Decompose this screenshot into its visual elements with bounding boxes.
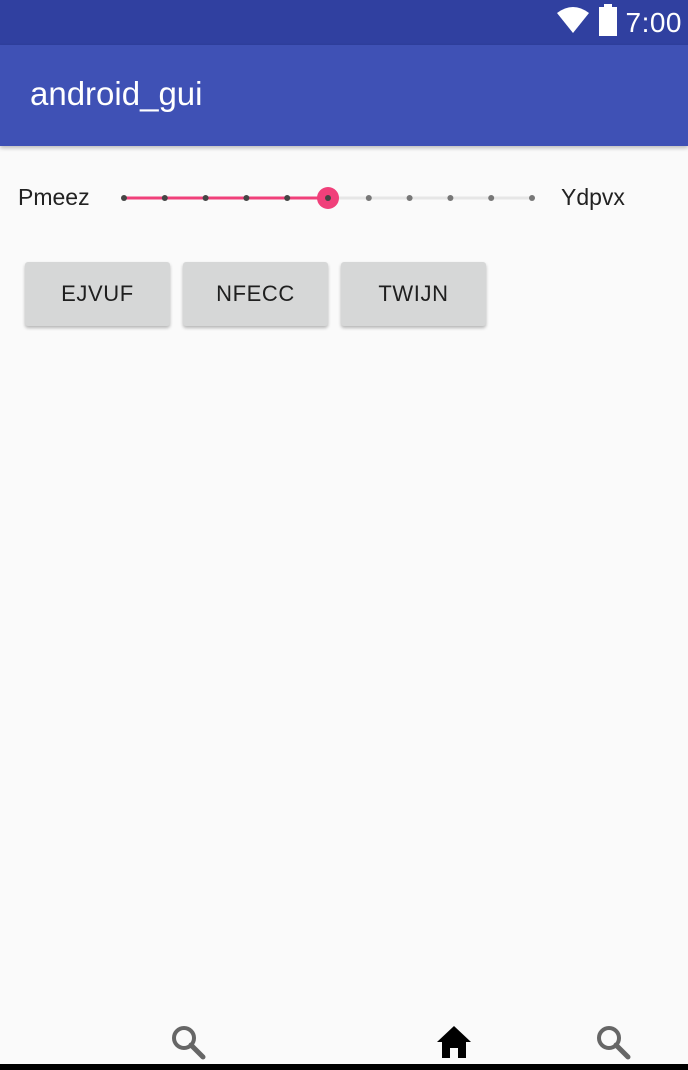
battery-icon [598, 4, 618, 41]
slider-tick [529, 195, 535, 201]
slider-row: Pmeez Ydpvx [0, 170, 688, 226]
bottom-line [0, 1064, 688, 1070]
slider-tick [365, 195, 372, 201]
slider-min-label: Pmeez [18, 184, 90, 210]
slider-tick [406, 195, 413, 201]
slider-tick [243, 195, 250, 201]
app-bar: android_gui [0, 45, 688, 146]
bottom-nav [0, 1010, 688, 1064]
status-time: 7:00 [625, 6, 682, 38]
home-icon[interactable] [435, 1024, 473, 1065]
search-icon[interactable] [595, 1024, 631, 1065]
ejvuf-button[interactable]: EJVUF [25, 262, 170, 326]
app-title: android_gui [30, 75, 203, 112]
slider-tick [202, 195, 209, 201]
slider-tick [447, 195, 454, 201]
buttons-row: EJVUF NFECC TWIJN [25, 262, 486, 326]
slider-max-label: Ydpvx [561, 184, 625, 210]
slider-thumb-tick [325, 195, 331, 201]
discrete-slider[interactable] [110, 170, 550, 226]
slider-tick [488, 195, 495, 201]
twijn-button[interactable]: TWIJN [341, 262, 486, 326]
status-bar: 7:00 [0, 0, 688, 45]
screen: 7:00 android_gui Pmeez Ydpvx EJVUF NFECC… [0, 0, 688, 1070]
slider-tick [161, 195, 168, 201]
slider-tick [284, 195, 291, 201]
slider-tick [121, 195, 127, 201]
wifi-icon [556, 6, 590, 39]
status-icons: 7:00 [556, 0, 683, 45]
search-icon[interactable] [170, 1024, 206, 1065]
nfecc-button[interactable]: NFECC [183, 262, 328, 326]
